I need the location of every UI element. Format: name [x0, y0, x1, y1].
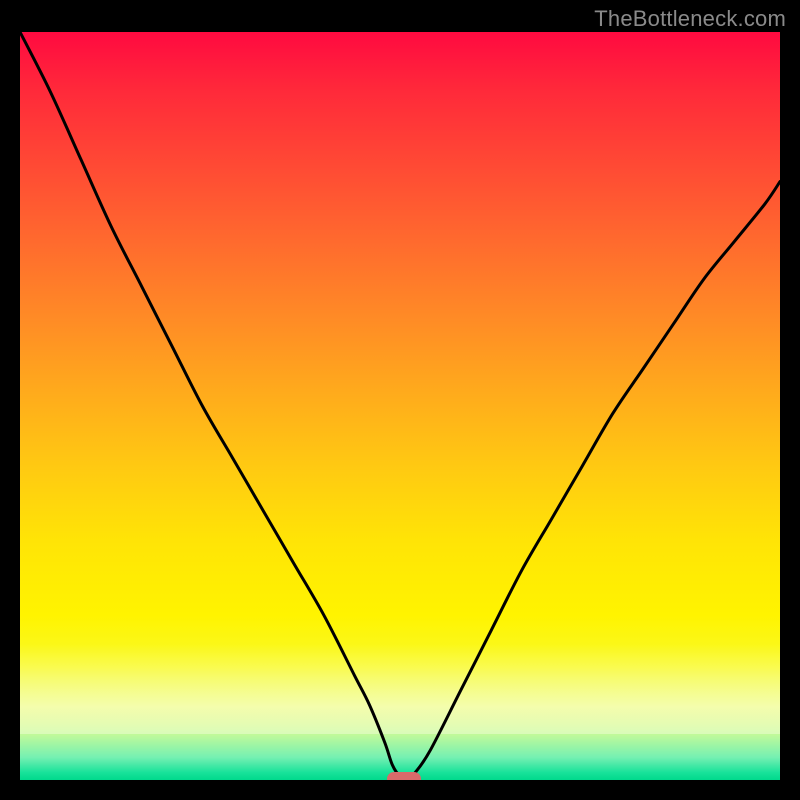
plot-area — [20, 32, 780, 780]
curve-svg — [20, 32, 780, 780]
bottleneck-curve — [20, 32, 780, 779]
watermark-text: TheBottleneck.com — [594, 6, 786, 32]
minimum-marker — [387, 772, 421, 781]
chart-frame: TheBottleneck.com — [0, 0, 800, 800]
